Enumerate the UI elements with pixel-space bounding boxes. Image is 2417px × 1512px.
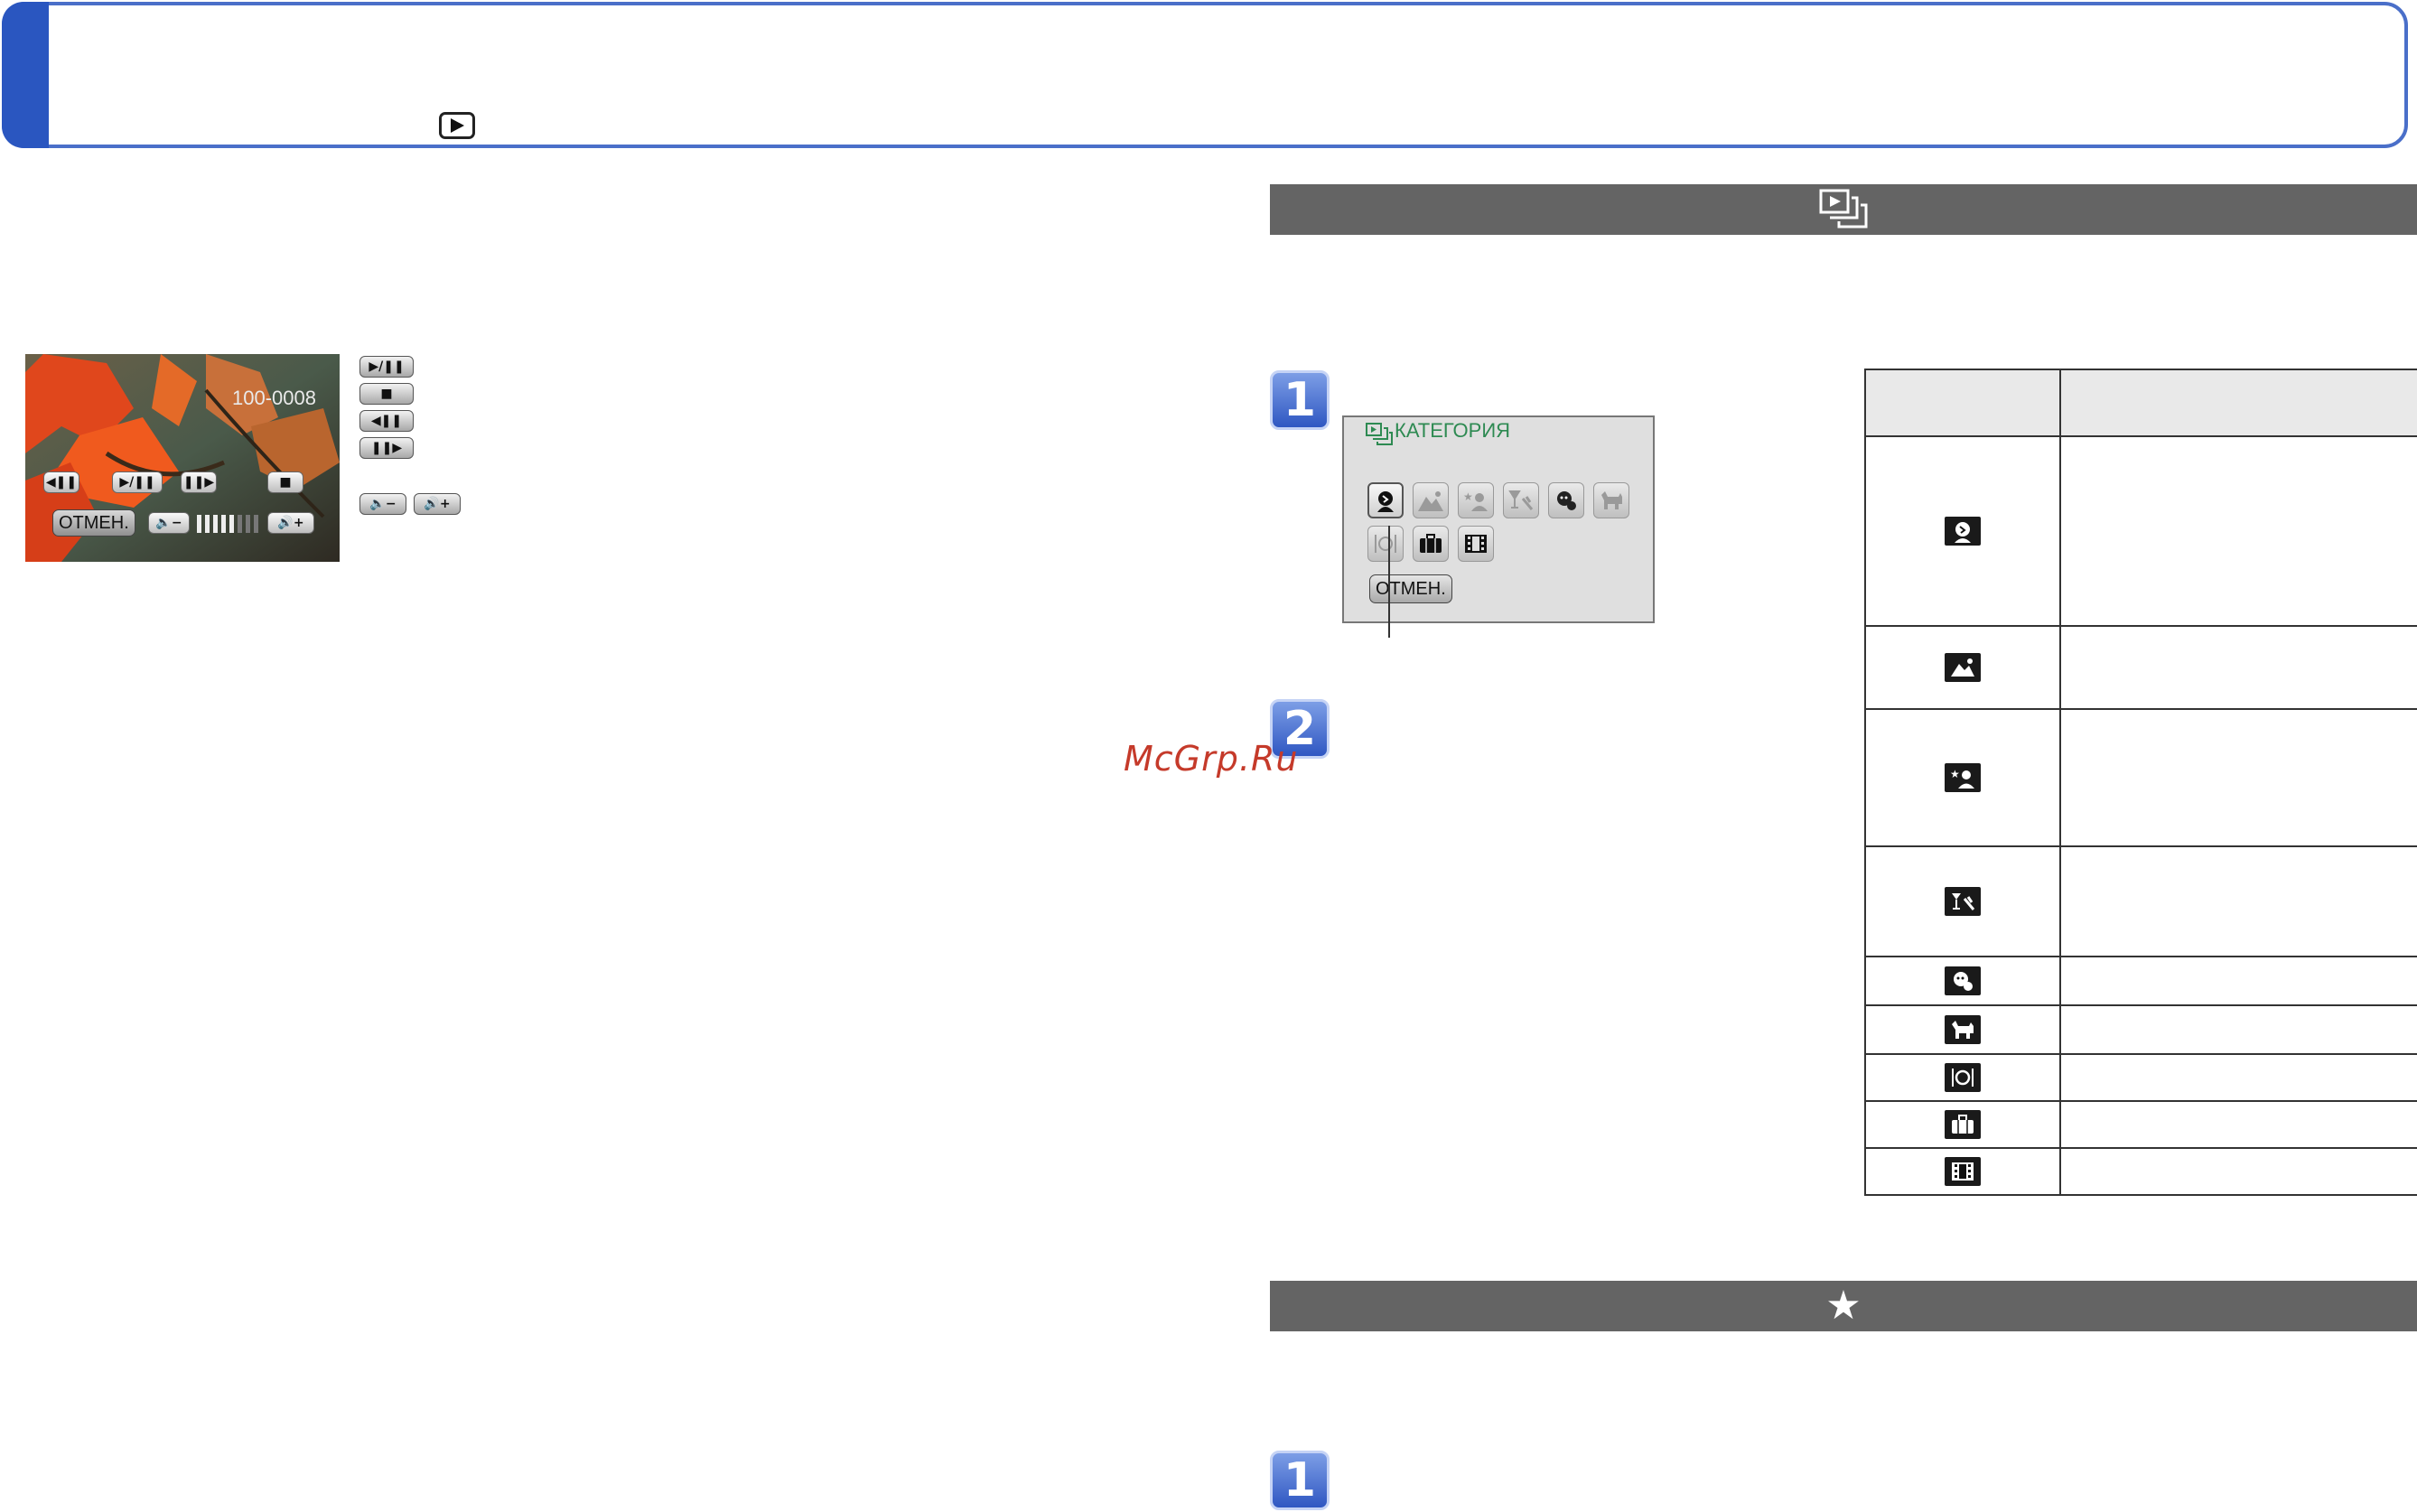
portrait-icon <box>1377 491 1394 512</box>
table-row <box>1864 1053 2417 1102</box>
table-desc-cell <box>2059 956 2417 1006</box>
fast-forward-button[interactable]: ❚❚▶ <box>181 471 217 493</box>
table-icon-cell <box>1864 956 2061 1006</box>
table-row <box>1864 845 2417 957</box>
table-header-row <box>1864 369 2417 437</box>
fast-forward-key-icon: ❚❚▶ <box>359 437 414 459</box>
travel-icon <box>1420 534 1442 553</box>
portrait-icon <box>1955 521 1971 543</box>
motion-picture-screen: 100-0008 ◀❚❚ ▶/❚❚ ❚❚▶ ■ ОТМЕН. 🔈− 🔊+ <box>25 354 340 562</box>
category-travel-button[interactable] <box>1413 526 1449 562</box>
food-icon <box>1375 535 1396 553</box>
volume-up-key-icon: 🔊+ <box>414 493 461 515</box>
table-desc-cell <box>2059 1147 2417 1196</box>
category-play-icon <box>1819 189 1868 229</box>
rewind-key-icon: ◀❚❚ <box>359 410 414 432</box>
step-1-badge: 1 <box>1270 370 1330 430</box>
table-desc-cell <box>2059 625 2417 710</box>
table-icon-cell <box>1864 1147 2061 1196</box>
cancel-button[interactable]: ОТМЕН. <box>52 509 135 537</box>
play-pause-button[interactable]: ▶/❚❚ <box>112 471 163 493</box>
volume-level-bar <box>197 515 264 533</box>
table-desc-cell <box>2059 1053 2417 1102</box>
favorite-step-1-badge: 1 <box>1270 1451 1330 1510</box>
category-movie-button[interactable] <box>1458 526 1494 562</box>
category-scenery-button[interactable] <box>1413 482 1449 518</box>
night-portrait-icon: ★ <box>1950 768 1974 789</box>
table-row <box>1864 435 2417 627</box>
table-row <box>1864 1004 2417 1055</box>
svg-text:★: ★ <box>1463 490 1473 503</box>
table-desc-cell <box>2059 845 2417 957</box>
playback-mode-icon <box>439 112 475 139</box>
category-table: ★ <box>1864 369 2417 1196</box>
category-pet-button[interactable] <box>1593 482 1629 518</box>
scenery-icon <box>1418 491 1443 511</box>
volume-down-button[interactable]: 🔈− <box>148 512 190 534</box>
party-icon <box>1952 893 1975 910</box>
baby-icon <box>1954 972 1973 991</box>
file-number: 100-0008 <box>232 387 316 409</box>
volume-up-button[interactable]: 🔊+ <box>267 512 314 534</box>
table-row <box>1864 1147 2417 1196</box>
volume-down-key-icon: 🔈− <box>359 493 406 515</box>
category-title-icon <box>1366 423 1393 445</box>
rewind-button[interactable]: ◀❚❚ <box>43 471 79 493</box>
baby-icon <box>1557 491 1576 510</box>
category-screen-title: КАТЕГОРИЯ <box>1395 419 1511 442</box>
table-desc-cell <box>2059 435 2417 627</box>
table-icon-cell <box>1864 1053 2061 1102</box>
category-night-portrait-button[interactable]: ★ <box>1458 482 1494 518</box>
category-play-section-bar <box>1270 184 2417 235</box>
table-header-cell <box>1864 369 2061 437</box>
favorite-play-section-bar: ★ <box>1270 1281 2417 1331</box>
table-row <box>1864 1100 2417 1149</box>
table-icon-cell: ★ <box>1864 708 2061 847</box>
play-pause-key-icon: ▶/❚❚ <box>359 356 414 378</box>
table-desc-cell <box>2059 708 2417 847</box>
table-row: ★ <box>1864 708 2417 847</box>
scenery-icon <box>1951 658 1974 677</box>
night-portrait-icon: ★ <box>1463 490 1488 511</box>
party-icon <box>1508 490 1534 510</box>
category-portrait-button[interactable] <box>1367 482 1404 518</box>
pet-icon <box>1952 1021 1974 1039</box>
page-header <box>2 2 2408 148</box>
table-row <box>1864 956 2417 1006</box>
favorite-star-icon: ★ <box>1825 1283 1862 1329</box>
pet-icon <box>1601 491 1622 509</box>
table-icon-cell <box>1864 625 2061 710</box>
movie-icon <box>1465 535 1487 553</box>
stop-button[interactable]: ■ <box>267 471 303 493</box>
category-baby-button[interactable] <box>1548 482 1584 518</box>
category-food-button[interactable] <box>1367 526 1404 562</box>
table-icon-cell <box>1864 1100 2061 1149</box>
table-header-cell <box>2059 369 2417 437</box>
table-desc-cell <box>2059 1004 2417 1055</box>
callout-line <box>1388 526 1390 638</box>
food-icon <box>1952 1069 1974 1087</box>
table-icon-cell <box>1864 845 2061 957</box>
watermark: McGrp.Ru <box>1124 739 1299 779</box>
stop-key-icon: ■ <box>359 383 414 405</box>
category-cancel-button[interactable]: ОТМЕН. <box>1369 574 1452 603</box>
table-icon-cell <box>1864 1004 2061 1055</box>
travel-icon <box>1952 1115 1974 1134</box>
table-icon-cell <box>1864 435 2061 627</box>
category-party-button[interactable] <box>1503 482 1539 518</box>
table-desc-cell <box>2059 1100 2417 1149</box>
table-row <box>1864 625 2417 710</box>
header-tab <box>2 2 49 148</box>
svg-text:★: ★ <box>1950 768 1960 780</box>
movie-icon <box>1952 1162 1974 1181</box>
